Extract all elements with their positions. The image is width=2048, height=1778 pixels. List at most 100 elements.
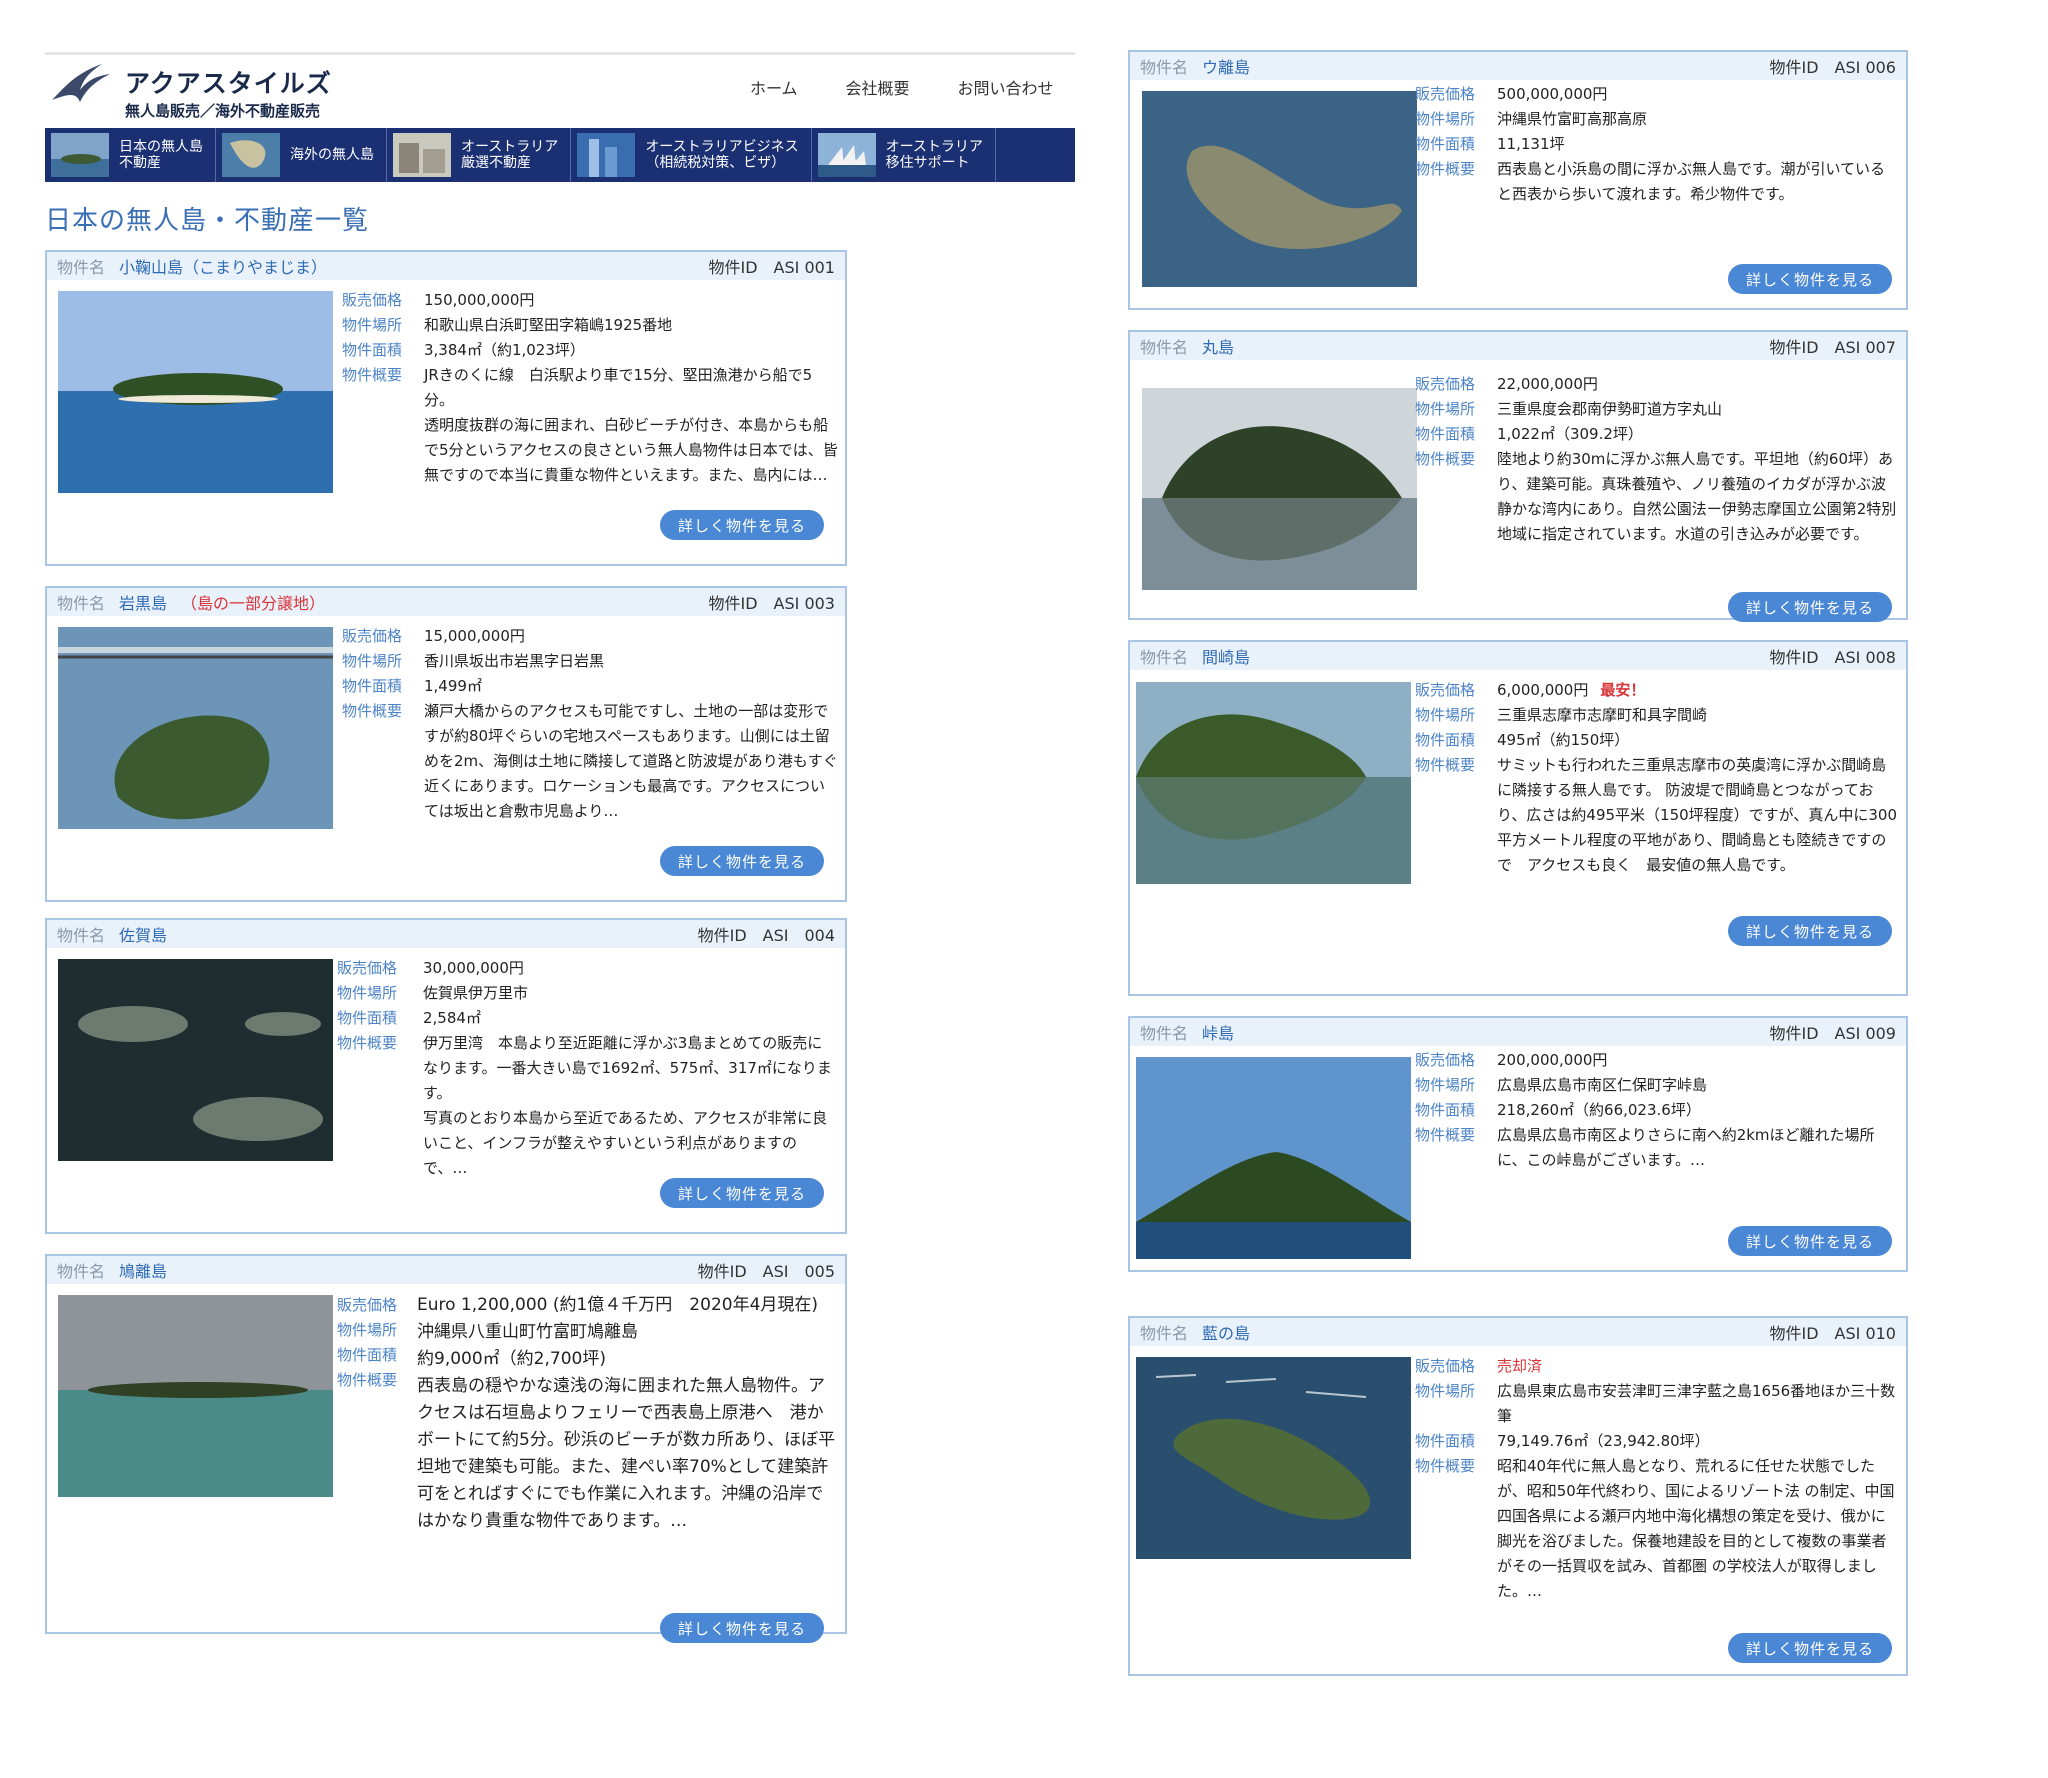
property-id: 物件ID ASI 004 [697, 926, 835, 945]
name-label: 物件名 [1140, 58, 1189, 77]
island-photo[interactable] [58, 1295, 333, 1497]
nav-link-contact[interactable]: お問い合わせ [958, 75, 1054, 99]
location-label: 物件場所 [342, 652, 403, 670]
nav-item-label: オーストラリア 移住サポート [885, 139, 983, 171]
island-photo[interactable] [1136, 682, 1411, 884]
brand-tagline: 無人島販売／海外不動産販売 [125, 102, 321, 120]
price-label: 販売価格 [342, 627, 403, 645]
view-details-button[interactable]: 詳しく物件を見る [1728, 1633, 1892, 1663]
nav-link-company[interactable]: 会社概要 [846, 75, 910, 99]
price-value: 22,000,000円 [1497, 375, 1598, 393]
property-id: 物件ID ASI 010 [1769, 1324, 1897, 1343]
nav-item-label: オーストラリアビジネス （相続税対策、ビザ） [645, 139, 799, 171]
bird-logo-icon [52, 64, 110, 102]
property-name[interactable]: 小鞠山島（こまりやまじま） [119, 258, 327, 277]
summary-value: 西表島の穏やかな遠浅の海に囲まれた無人島物件。アクセスは石垣島よりフェリーで西表… [417, 1376, 836, 1531]
property-id: 物件ID ASI 008 [1769, 648, 1897, 667]
island-photo[interactable] [1142, 388, 1417, 590]
opera-house-thumbnail-icon [817, 133, 876, 177]
summary-label: 物件概要 [1415, 1457, 1476, 1475]
summary-label: 物件概要 [342, 366, 403, 384]
price-text: 6,000,000円 [1497, 681, 1589, 699]
island-photo[interactable] [58, 959, 333, 1161]
property-name[interactable]: 丸島 [1202, 338, 1234, 357]
area-value: 11,131坪 [1497, 135, 1565, 153]
property-card: 物件名 峠島 物件ID ASI 009 販売価格 200,000,000円 物件場… [1128, 1016, 1908, 1272]
nav-item-japan-islands[interactable]: 日本の無人島 不動産 [45, 128, 216, 182]
area-value: 2,584㎡ [423, 1009, 481, 1027]
price-value: 200,000,000円 [1497, 1051, 1608, 1069]
property-name[interactable]: 佐賀島 [119, 926, 167, 945]
property-id: 物件ID ASI 006 [1769, 58, 1897, 77]
card-header: 物件名 藍の島 物件ID ASI 010 [1130, 1318, 1906, 1346]
view-details-button[interactable]: 詳しく物件を見る [1728, 592, 1892, 622]
area-value: 3,384㎡（約1,023坪） [424, 341, 585, 359]
property-id: 物件ID ASI 001 [708, 258, 836, 277]
name-label: 物件名 [1140, 1324, 1189, 1343]
area-label: 物件面積 [342, 341, 403, 359]
property-name[interactable]: 峠島 [1202, 1024, 1234, 1043]
view-details-button[interactable]: 詳しく物件を見る [1728, 916, 1892, 946]
property-name[interactable]: 藍の島 [1202, 1324, 1250, 1343]
card-header: 物件名 ウ離島 物件ID ASI 006 [1130, 52, 1906, 80]
property-name[interactable]: 岩黒島 [119, 594, 167, 613]
nav-item-label: 日本の無人島 不動産 [119, 139, 203, 171]
card-header: 物件名 小鞠山島（こまりやまじま） 物件ID ASI 001 [47, 252, 845, 280]
property-card: 物件名 藍の島 物件ID ASI 010 販売価格 売却済 物件場所 広島県東広島… [1128, 1316, 1908, 1676]
location-label: 物件場所 [1415, 400, 1476, 418]
view-details-button[interactable]: 詳しく物件を見る [660, 846, 824, 876]
island-photo[interactable] [58, 627, 333, 829]
summary-label: 物件概要 [1415, 160, 1476, 178]
summary-value: JRきのくに線 白浜駅より車で15分、堅田漁港から船で5分。 透明度抜群の海に囲… [424, 366, 838, 484]
area-value: 1,022㎡（309.2坪） [1497, 425, 1643, 443]
island-photo[interactable] [1142, 91, 1417, 287]
price-value: 15,000,000円 [424, 627, 525, 645]
property-name[interactable]: 間崎島 [1202, 648, 1250, 667]
cheapest-badge: 最安！ [1600, 681, 1646, 699]
sold-status: 売却済 [1497, 1357, 1543, 1375]
price-value: Euro 1,200,000 (約1億４千万円 2020年4月現在) [417, 1295, 819, 1315]
area-value: 218,260㎡（約66,023.6坪） [1497, 1101, 1701, 1119]
property-card: 物件名 ウ離島 物件ID ASI 006 販売価格 500,000,000円 物件… [1128, 50, 1908, 310]
property-card: 物件名 岩黒島 （島の一部分譲地） 物件ID ASI 003 販売価格 15,000… [45, 586, 847, 902]
nav-item-australia-business[interactable]: オーストラリアビジネス （相続税対策、ビザ） [571, 128, 812, 182]
nav-item-australia-realestate[interactable]: オーストラリア 厳選不動産 [387, 128, 572, 182]
building-thumbnail-icon [393, 133, 451, 177]
summary-label: 物件概要 [1415, 1126, 1476, 1144]
location-label: 物件場所 [337, 984, 398, 1002]
summary-value: 瀬戸大橋からのアクセスも可能ですし、土地の一部は変形ですが約80坪ぐらいの宅地ス… [424, 702, 838, 820]
summary-value: 陸地より約30mに浮かぶ無人島です。平坦地（約60坪）あり、建築可能。真珠養殖や… [1497, 450, 1897, 543]
view-details-button[interactable]: 詳しく物件を見る [660, 1613, 824, 1643]
island-photo[interactable] [1136, 1357, 1411, 1559]
view-details-button[interactable]: 詳しく物件を見る [660, 510, 824, 540]
price-label: 販売価格 [1415, 1051, 1476, 1069]
price-label: 販売価格 [1415, 681, 1476, 699]
property-card: 物件名 丸島 物件ID ASI 007 販売価格 22,000,000円 物件場所… [1128, 330, 1908, 622]
price-label: 販売価格 [337, 1296, 398, 1314]
property-name[interactable]: ウ離島 [1202, 58, 1250, 77]
card-header: 物件名 丸島 物件ID ASI 007 [1130, 332, 1906, 360]
summary-label: 物件概要 [342, 702, 403, 720]
nav-item-australia-immigration[interactable]: オーストラリア 移住サポート [812, 128, 996, 182]
view-details-button[interactable]: 詳しく物件を見る [660, 1178, 824, 1208]
card-header: 物件名 鳩離島 物件ID ASI 005 [47, 1256, 845, 1284]
area-label: 物件面積 [342, 677, 403, 695]
island-photo[interactable] [58, 291, 333, 493]
nav-link-home[interactable]: ホーム [750, 75, 798, 99]
area-label: 物件面積 [1415, 1101, 1476, 1119]
nav-item-overseas-islands[interactable]: 海外の無人島 [216, 128, 387, 182]
location-label: 物件場所 [337, 1321, 398, 1339]
price-value: 150,000,000円 [424, 291, 535, 309]
island-photo[interactable] [1136, 1057, 1411, 1259]
price-label: 販売価格 [1415, 375, 1476, 393]
location-label: 物件場所 [1415, 110, 1476, 128]
area-value: 495㎡（約150坪） [1497, 731, 1630, 749]
name-label: 物件名 [1140, 648, 1189, 667]
property-name[interactable]: 鳩離島 [119, 1262, 167, 1281]
view-details-button[interactable]: 詳しく物件を見る [1728, 1226, 1892, 1256]
location-label: 物件場所 [1415, 706, 1476, 724]
location-label: 物件場所 [342, 316, 403, 334]
category-navbar: 日本の無人島 不動産 海外の無人島 オーストラリア 厳選不動産 オーストラリアビ… [45, 128, 1075, 182]
view-details-button[interactable]: 詳しく物件を見る [1728, 264, 1892, 294]
brand-name[interactable]: アクアスタイルズ [125, 64, 332, 100]
